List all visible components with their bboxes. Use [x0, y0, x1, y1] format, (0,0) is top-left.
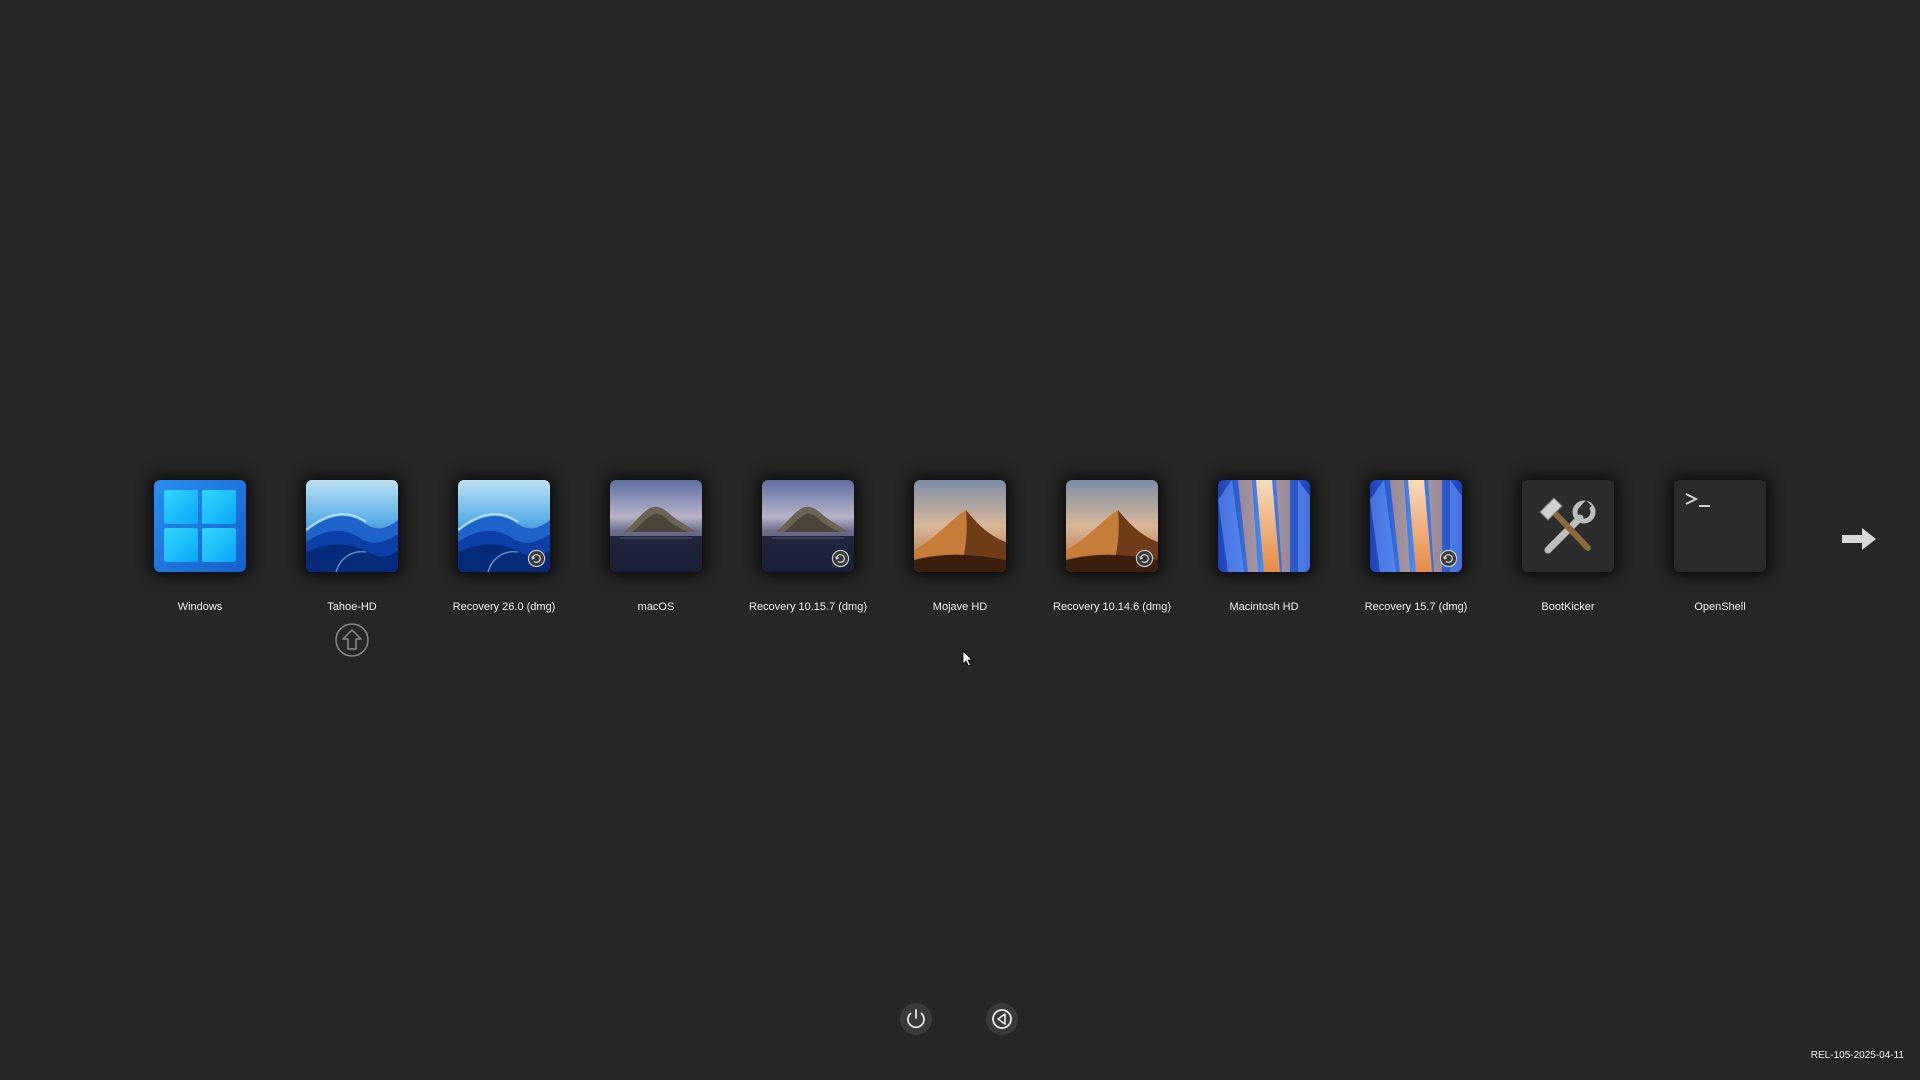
boot-entry-windows[interactable]: Windows: [124, 480, 276, 614]
tools-icon: [1522, 480, 1614, 572]
boot-entry-recovery-26[interactable]: Recovery 26.0 (dmg): [428, 480, 580, 614]
boot-entry-label: Tahoe-HD: [327, 601, 377, 613]
boot-entry-label: Macintosh HD: [1229, 601, 1299, 613]
power-icon: [899, 1003, 933, 1040]
recovery-badge-icon: [831, 549, 850, 568]
macos-catalina-wallpaper-icon: [762, 480, 854, 572]
boot-entry-recovery-15-7[interactable]: Recovery 15.7 (dmg): [1340, 480, 1492, 614]
boot-picker-screen: Windows Tahoe-HD Recovery 26.0 (dmg) mac…: [0, 0, 1920, 1080]
up-arrow-circle-icon: [334, 622, 370, 658]
mouse-cursor-icon: [962, 650, 974, 668]
macos-tahoe-wallpaper-icon: [306, 480, 398, 572]
boot-entry-label: Recovery 10.15.7 (dmg): [749, 601, 867, 613]
boot-entry-recovery-10-14-6[interactable]: Recovery 10.14.6 (dmg): [1036, 480, 1188, 614]
boot-entry-label: Recovery 10.14.6 (dmg): [1053, 601, 1171, 613]
macos-tahoe-wallpaper-icon: [458, 480, 550, 572]
macos-sequoia-wallpaper-icon: [1218, 480, 1310, 572]
boot-entry-recovery-10-15-7[interactable]: Recovery 10.15.7 (dmg): [732, 480, 884, 614]
macos-sequoia-wallpaper-icon: [1370, 480, 1462, 572]
boot-entry-macintosh-hd[interactable]: Macintosh HD: [1188, 480, 1340, 614]
boot-entry-label: Mojave HD: [932, 601, 988, 613]
restart-icon: [985, 1003, 1019, 1040]
boot-entry-label: OpenShell: [1694, 601, 1746, 613]
boot-entry-label: BootKicker: [1541, 601, 1595, 613]
restart-button[interactable]: [985, 1002, 1019, 1036]
shutdown-button[interactable]: [899, 1002, 933, 1036]
version-label: REL-105-2025-04-11: [1810, 1050, 1904, 1061]
boot-entries-row: Windows Tahoe-HD Recovery 26.0 (dmg) mac…: [0, 480, 1920, 680]
boot-entry-bootkicker[interactable]: BootKicker: [1492, 480, 1644, 614]
macos-catalina-wallpaper-icon: [610, 480, 702, 572]
boot-entry-macos[interactable]: macOS: [580, 480, 732, 614]
terminal-icon: [1674, 480, 1766, 572]
boot-entry-label: Recovery 15.7 (dmg): [1364, 601, 1468, 613]
windows-logo-icon: [154, 480, 246, 572]
macos-mojave-wallpaper-icon: [914, 480, 1006, 572]
right-arrow-icon[interactable]: [1840, 526, 1878, 552]
boot-entry-label: Recovery 26.0 (dmg): [452, 601, 556, 613]
boot-entry-label: macOS: [637, 601, 675, 613]
boot-entry-label: Windows: [177, 601, 223, 613]
boot-entry-tahoe-hd[interactable]: Tahoe-HD: [276, 480, 428, 614]
boot-entry-mojave-hd[interactable]: Mojave HD: [884, 480, 1036, 614]
recovery-badge-icon: [1439, 549, 1458, 568]
recovery-badge-icon: [1135, 549, 1154, 568]
boot-entry-openshell[interactable]: OpenShell: [1644, 480, 1796, 614]
recovery-badge-icon: [527, 549, 546, 568]
macos-mojave-wallpaper-icon: [1066, 480, 1158, 572]
